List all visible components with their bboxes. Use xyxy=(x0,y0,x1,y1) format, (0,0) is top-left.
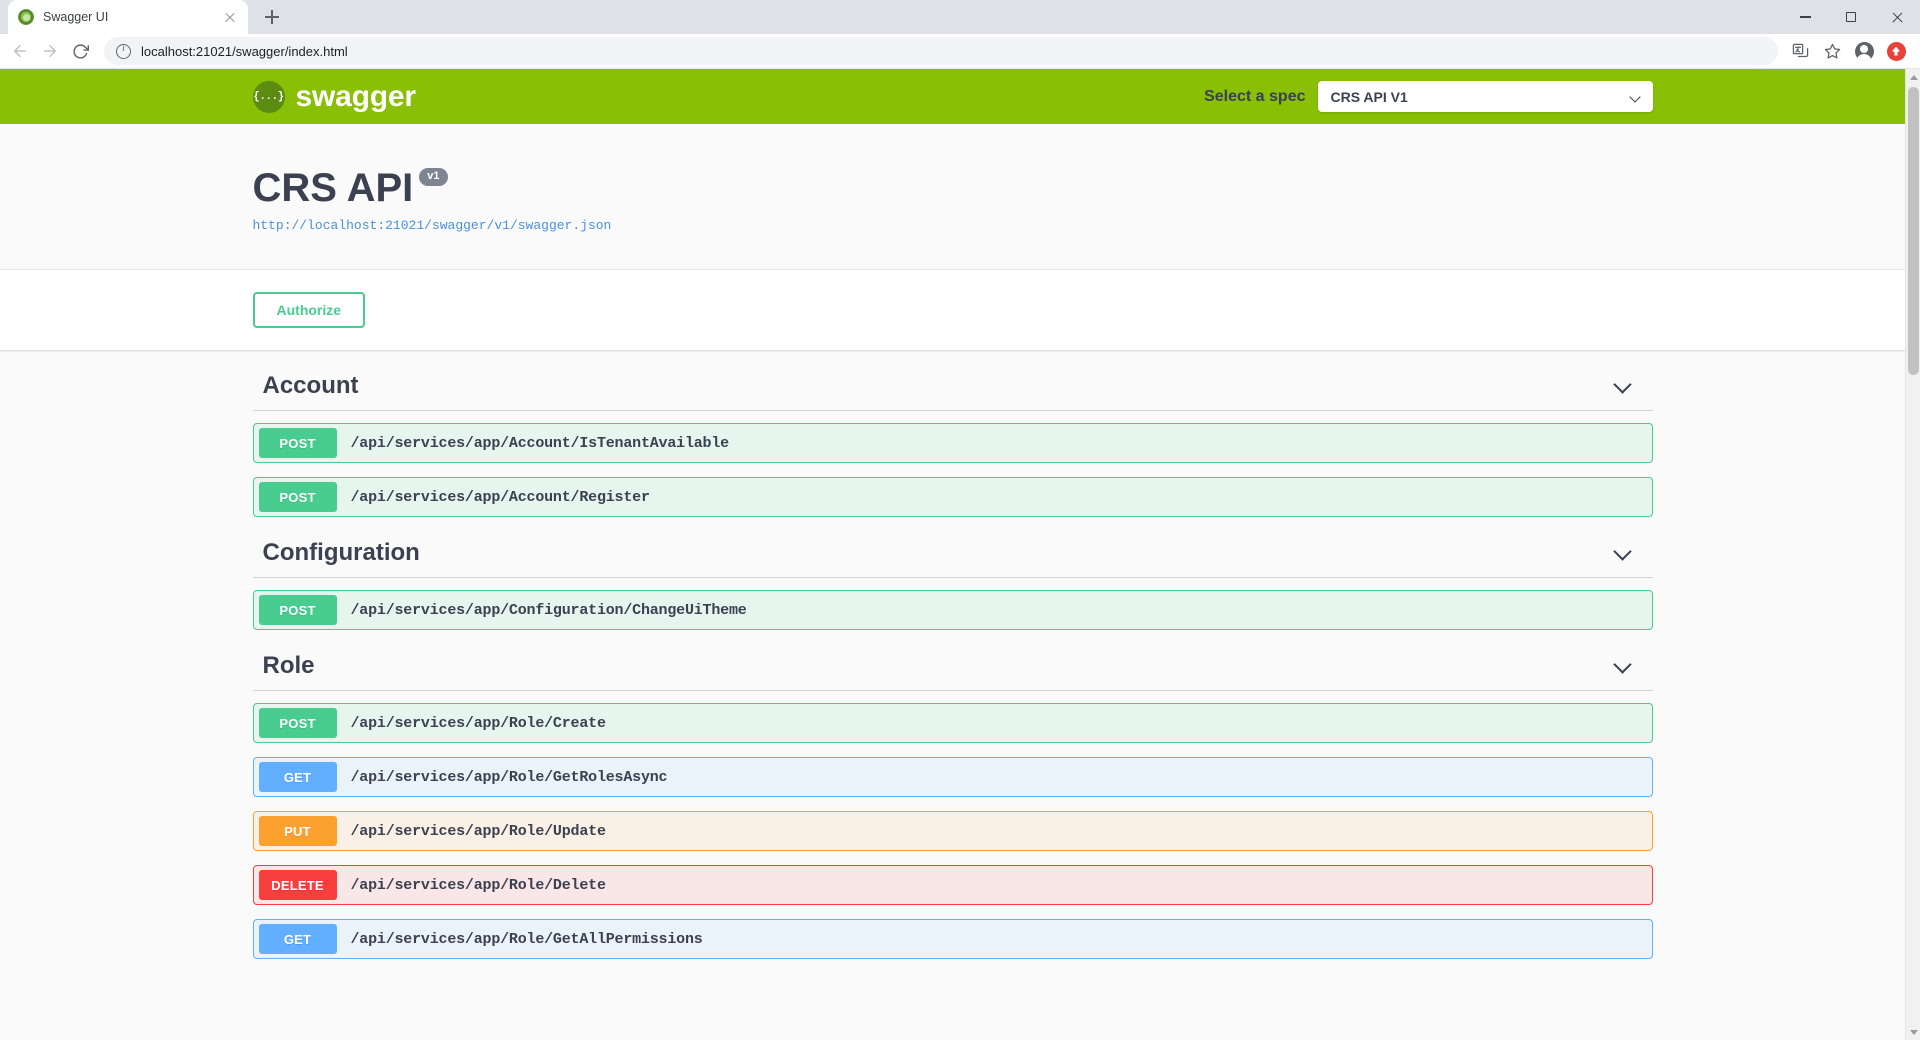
back-button[interactable] xyxy=(6,37,34,65)
operation-path: /api/services/app/Role/GetAllPermissions xyxy=(350,930,703,948)
http-method-badge: POST xyxy=(258,595,337,625)
swagger-topbar: {...} swagger Select a spec CRS API V1 xyxy=(0,69,1905,124)
swagger-logo-icon: {...} xyxy=(252,80,285,113)
profile-avatar[interactable] xyxy=(1850,37,1878,65)
browser-tab[interactable]: Swagger UI xyxy=(8,0,248,34)
operation-path: /api/services/app/Account/Register xyxy=(350,488,650,506)
operation-row[interactable]: DELETE /api/services/app/Role/Delete xyxy=(252,865,1653,905)
select-spec-label: Select a spec xyxy=(1204,87,1306,105)
operation-path: /api/services/app/Role/Update xyxy=(350,822,606,840)
bookmark-star-icon[interactable] xyxy=(1818,37,1846,65)
minimize-icon xyxy=(1799,16,1811,18)
spec-selector: Select a spec CRS API V1 xyxy=(1204,81,1653,112)
translate-icon[interactable] xyxy=(1786,37,1814,65)
scroll-down-arrow[interactable] xyxy=(1906,1024,1920,1040)
tag-name: Configuration xyxy=(262,539,420,566)
http-method-badge: GET xyxy=(258,924,337,954)
toolbar-right-icons xyxy=(1786,37,1910,65)
tag-name: Role xyxy=(262,652,315,679)
swagger-logo-text: swagger xyxy=(295,79,417,113)
operations-area: Account POST /api/services/app/Account/I… xyxy=(233,364,1673,959)
new-tab-button[interactable] xyxy=(258,3,286,31)
browser-chrome: Swagger UI localhost:21021/swagger/index… xyxy=(0,0,1920,69)
chevron-down-icon[interactable] xyxy=(1613,543,1633,563)
tag-header-account[interactable]: Account xyxy=(252,364,1653,411)
http-method-badge: POST xyxy=(258,708,337,738)
spec-select-value: CRS API V1 xyxy=(1330,88,1408,105)
scrollbar-thumb[interactable] xyxy=(1908,87,1919,375)
spec-select-dropdown[interactable]: CRS API V1 xyxy=(1317,81,1653,112)
http-method-badge: DELETE xyxy=(258,870,337,900)
tag-header-configuration[interactable]: Configuration xyxy=(252,531,1653,578)
operation-path: /api/services/app/Configuration/ChangeUi… xyxy=(350,601,747,619)
swagger-ui-page: {...} swagger Select a spec CRS API V1 C… xyxy=(0,69,1905,1040)
tag-section-account: Account POST /api/services/app/Account/I… xyxy=(252,364,1653,517)
close-window-icon xyxy=(1891,11,1904,24)
url-text: localhost:21021/swagger/index.html xyxy=(141,43,348,59)
chevron-down-icon[interactable] xyxy=(1613,376,1633,396)
close-icon[interactable] xyxy=(222,9,238,25)
chevron-down-icon xyxy=(1630,93,1641,100)
http-method-badge: POST xyxy=(258,428,337,458)
minimize-button[interactable] xyxy=(1782,0,1828,34)
swagger-logo[interactable]: {...} swagger xyxy=(252,79,417,114)
address-bar[interactable]: localhost:21021/swagger/index.html xyxy=(104,37,1778,65)
operation-path: /api/services/app/Role/Delete xyxy=(350,876,606,894)
tag-header-role[interactable]: Role xyxy=(252,644,1653,691)
operation-row[interactable]: POST /api/services/app/Account/Register xyxy=(252,477,1653,517)
operation-row[interactable]: POST /api/services/app/Configuration/Cha… xyxy=(252,590,1653,630)
chevron-down-icon[interactable] xyxy=(1613,656,1633,676)
swagger-definition-link[interactable]: http://localhost:21021/swagger/v1/swagge… xyxy=(253,218,1653,233)
operation-path: /api/services/app/Account/IsTenantAvaila… xyxy=(350,434,730,452)
tab-strip: Swagger UI xyxy=(0,0,1920,34)
reload-button[interactable] xyxy=(66,37,94,65)
maximize-button[interactable] xyxy=(1828,0,1874,34)
page-title: CRS API v1 xyxy=(253,167,1653,209)
api-info-block: CRS API v1 http://localhost:21021/swagge… xyxy=(233,124,1673,269)
maximize-icon xyxy=(1846,12,1856,22)
http-method-badge: POST xyxy=(258,482,337,512)
http-method-badge: PUT xyxy=(258,816,337,846)
site-info-icon[interactable] xyxy=(116,43,131,59)
operation-path: /api/services/app/Role/Create xyxy=(350,714,606,732)
close-window-button[interactable] xyxy=(1874,0,1920,34)
avatar-icon xyxy=(1854,41,1874,61)
operation-row[interactable]: POST /api/services/app/Account/IsTenantA… xyxy=(252,423,1653,463)
operation-row[interactable]: POST /api/services/app/Role/Create xyxy=(252,703,1653,743)
swagger-favicon-icon xyxy=(18,9,34,25)
forward-button[interactable] xyxy=(36,37,64,65)
operation-row[interactable]: PUT /api/services/app/Role/Update xyxy=(252,811,1653,851)
operation-row[interactable]: GET /api/services/app/Role/GetAllPermiss… xyxy=(252,919,1653,959)
operation-row[interactable]: GET /api/services/app/Role/GetRolesAsync xyxy=(252,757,1653,797)
tab-title: Swagger UI xyxy=(43,10,109,24)
window-controls xyxy=(1782,0,1920,34)
tag-section-role: Role POST /api/services/app/Role/Create … xyxy=(252,644,1653,959)
page-viewport: {...} swagger Select a spec CRS API V1 C… xyxy=(0,69,1920,1040)
arrow-right-icon xyxy=(44,45,56,57)
authorize-button[interactable]: Authorize xyxy=(252,292,366,328)
http-method-badge: GET xyxy=(258,762,337,792)
auth-scheme-container: Authorize xyxy=(0,270,1905,350)
arrow-left-icon xyxy=(14,45,26,57)
extension-button[interactable] xyxy=(1882,37,1910,65)
scroll-up-arrow[interactable] xyxy=(1906,69,1920,85)
api-title-text: CRS API xyxy=(252,166,414,210)
vertical-scrollbar[interactable] xyxy=(1905,69,1920,1040)
extension-icon xyxy=(1886,41,1906,61)
operation-path: /api/services/app/Role/GetRolesAsync xyxy=(350,768,668,786)
tag-section-configuration: Configuration POST /api/services/app/Con… xyxy=(252,531,1653,630)
version-badge: v1 xyxy=(419,167,448,187)
browser-toolbar: localhost:21021/swagger/index.html xyxy=(0,34,1920,69)
reload-icon xyxy=(72,43,89,59)
tag-name: Account xyxy=(262,372,359,399)
